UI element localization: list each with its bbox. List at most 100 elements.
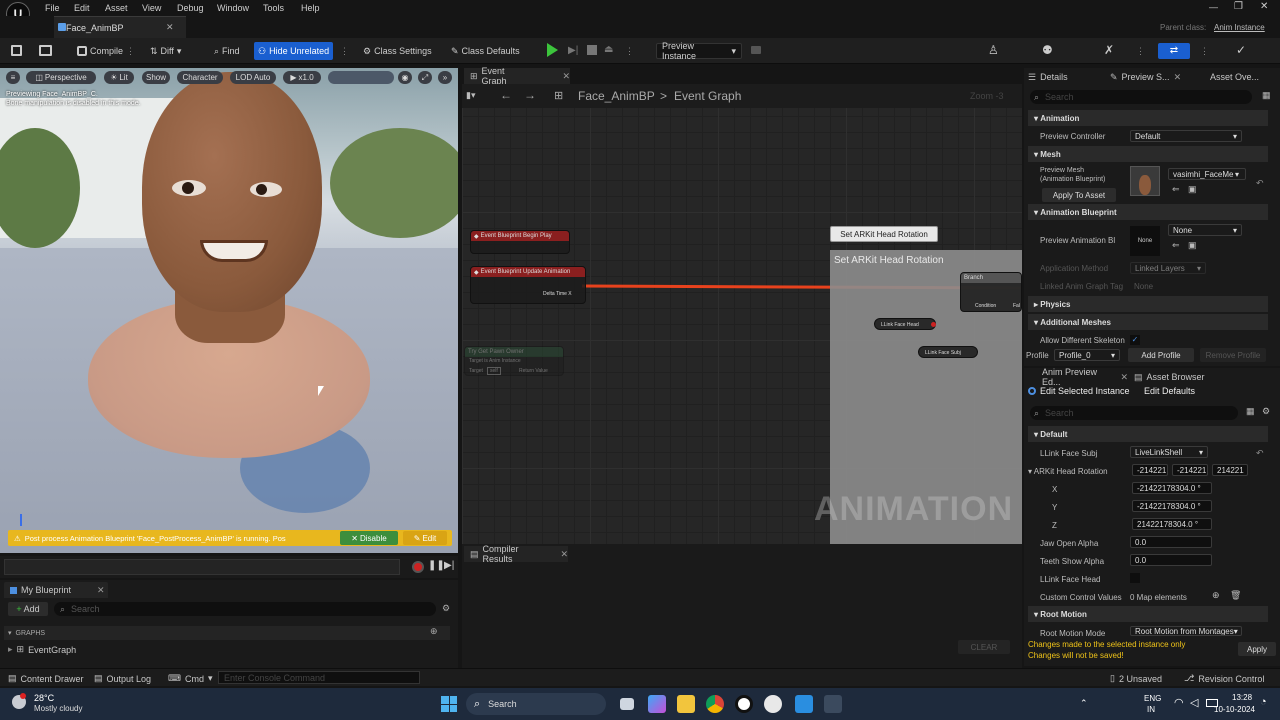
face-subj-dropdown[interactable]: LiveLinkShell ▾ bbox=[1130, 446, 1208, 458]
wifi-icon[interactable]: ◠ bbox=[1174, 696, 1184, 709]
menu-view[interactable]: View bbox=[142, 3, 161, 13]
breadcrumb-root[interactable]: Face_AnimBP bbox=[578, 89, 655, 103]
volume-icon[interactable]: ◁ bbox=[1190, 696, 1198, 709]
browse-icon[interactable] bbox=[39, 45, 52, 56]
back-arrow-icon[interactable]: ← bbox=[500, 88, 512, 102]
apply-to-asset-button[interactable]: Apply To Asset bbox=[1042, 188, 1116, 202]
unreal-taskbar-icon[interactable] bbox=[735, 695, 753, 713]
animation-blueprint-section[interactable]: ▾ Animation Blueprint bbox=[1028, 204, 1268, 220]
preview-settings-tab[interactable]: ✎ Preview S... ✕ bbox=[1110, 70, 1190, 84]
update-animation-node[interactable]: ◆ Event Blueprint Update Animation Delta … bbox=[470, 266, 586, 304]
taskbar-search[interactable]: ⌕ Search bbox=[466, 693, 606, 715]
browse-asset-icon[interactable]: ▣ bbox=[1188, 240, 1197, 251]
anim-bp-dropdown[interactable]: None ▾ bbox=[1168, 224, 1242, 236]
clear-button[interactable]: CLEAR bbox=[958, 640, 1010, 654]
close-tab-icon[interactable]: ✕ bbox=[562, 71, 570, 82]
notification-icon[interactable]: ◔ bbox=[1260, 696, 1267, 708]
x-field[interactable]: -21422178304.0 ° bbox=[1132, 482, 1212, 494]
my-blueprint-tab[interactable]: My Blueprint ✕ bbox=[4, 582, 108, 598]
close-tab-icon[interactable]: ✕ bbox=[1174, 72, 1182, 83]
face-head-node[interactable]: LLink Face Head bbox=[874, 318, 936, 330]
additional-meshes-section[interactable]: ▾ Additional Meshes bbox=[1028, 314, 1268, 330]
condition-pin[interactable]: Condition bbox=[975, 303, 996, 309]
copilot-icon[interactable] bbox=[648, 695, 666, 713]
delete-icon[interactable]: 🗑 bbox=[1230, 590, 1241, 601]
graphs-section-header[interactable]: ▾ GRAPHS bbox=[4, 626, 450, 640]
vscode-icon[interactable] bbox=[795, 695, 813, 713]
settings-icon[interactable]: ⚙ bbox=[442, 603, 450, 614]
application-method-dropdown[interactable]: Linked Layers ▾ bbox=[1130, 262, 1206, 274]
settings-icon[interactable]: ⚙ bbox=[1262, 406, 1270, 417]
transform-tools[interactable] bbox=[328, 71, 394, 84]
delta-time-pin[interactable]: Delta Time X bbox=[543, 291, 572, 297]
grid-view-icon[interactable]: ▦ bbox=[1262, 90, 1271, 101]
play-icon[interactable] bbox=[547, 43, 558, 57]
asset-override-tab[interactable]: Asset Ove... bbox=[1210, 70, 1276, 84]
menu-file[interactable]: File bbox=[45, 3, 60, 13]
viewport-options-icon[interactable]: » bbox=[438, 71, 452, 84]
apply-button[interactable]: Apply bbox=[1238, 642, 1276, 656]
menu-edit[interactable]: Edit bbox=[74, 3, 90, 13]
character-button[interactable]: Character bbox=[177, 71, 223, 84]
parent-class-link[interactable]: Anim Instance bbox=[1214, 23, 1265, 32]
app-skull-icon[interactable] bbox=[764, 695, 782, 713]
add-graph-icon[interactable]: ⊕ bbox=[430, 626, 438, 637]
output-log-button[interactable]: ▤ Output Log bbox=[94, 673, 151, 684]
content-drawer-button[interactable]: ▤ Content Drawer bbox=[8, 673, 84, 684]
y-field[interactable]: -21422178304.0 ° bbox=[1132, 500, 1212, 512]
face-subj-node[interactable]: LLink Face Subj bbox=[918, 346, 978, 358]
grid-view-icon[interactable]: ▦ bbox=[1246, 406, 1255, 417]
forward-arrow-icon[interactable]: → bbox=[524, 88, 536, 102]
face-head-checkbox[interactable] bbox=[1130, 573, 1140, 583]
close-tab-icon[interactable]: ✕ bbox=[166, 22, 174, 33]
step-icon[interactable]: ▶| bbox=[568, 45, 578, 56]
animation-section[interactable]: ▾ Animation bbox=[1028, 110, 1268, 126]
root-motion-section[interactable]: ▾ Root Motion bbox=[1028, 606, 1268, 622]
find-button[interactable]: ⌕ Find bbox=[214, 44, 240, 58]
close-tab-icon[interactable]: ✕ bbox=[560, 549, 568, 560]
menu-debug[interactable]: Debug bbox=[177, 3, 204, 13]
z-field[interactable]: 21422178304.0 ° bbox=[1132, 518, 1212, 530]
animation-mode-icon[interactable]: ✗ bbox=[1104, 43, 1114, 57]
cmd-dropdown[interactable]: ⌨ Cmd ▾ bbox=[168, 673, 213, 684]
close-tab-icon[interactable]: ✕ bbox=[1120, 372, 1128, 383]
browse-asset-icon[interactable]: ▣ bbox=[1188, 184, 1197, 195]
add-profile-button[interactable]: Add Profile bbox=[1128, 348, 1194, 362]
details-search-input[interactable]: ⌕ Search bbox=[1030, 90, 1252, 104]
task-view-icon[interactable] bbox=[620, 698, 634, 710]
details-tab[interactable]: ☰ Details bbox=[1028, 70, 1098, 84]
event-graph-tab[interactable]: ⊞ Event Graph ✕ bbox=[464, 66, 570, 86]
record-button[interactable] bbox=[412, 561, 424, 573]
weather-widget[interactable]: 28°C Mostly cloudy bbox=[10, 693, 100, 715]
timeline-track[interactable] bbox=[4, 559, 400, 575]
close-tab-icon[interactable]: ✕ bbox=[97, 585, 105, 596]
branch-node[interactable]: Branch Condition Fal bbox=[960, 272, 1022, 312]
compiler-results-tab[interactable]: ▤ Compiler Results ✕ bbox=[464, 544, 568, 564]
maximize-viewport-icon[interactable]: ⤢ bbox=[418, 71, 432, 84]
preview-viewport[interactable]: ≡ ◫ Perspective ☀ Lit Show Character LOD A… bbox=[0, 68, 458, 553]
pause-button[interactable]: ❚❚ bbox=[428, 560, 445, 571]
use-selected-icon[interactable]: ⇐ bbox=[1172, 240, 1180, 251]
chrome-icon[interactable] bbox=[706, 695, 724, 713]
mesh-mode-icon[interactable]: ⚉ bbox=[1042, 43, 1053, 57]
hide-unrelated-button[interactable]: ⚇ Hide Unrelated bbox=[254, 42, 334, 60]
anim-preview-tab[interactable]: Anim Preview Ed... ✕ bbox=[1028, 367, 1128, 387]
clock-time[interactable]: 13:28 bbox=[1232, 693, 1252, 702]
unsaved-button[interactable]: ▯ 2 Unsaved bbox=[1110, 673, 1162, 684]
close-window-button[interactable]: ✕ bbox=[1260, 1, 1268, 12]
remove-profile-button[interactable]: Remove Profile bbox=[1200, 348, 1266, 362]
edit-defaults-radio[interactable]: Edit Defaults bbox=[1144, 386, 1195, 396]
app-extra-icon[interactable] bbox=[824, 695, 842, 713]
perspective-button[interactable]: ◫ Perspective bbox=[26, 71, 96, 84]
edit-post-process-button[interactable]: ✎ Edit bbox=[403, 531, 447, 545]
menu-window[interactable]: Window bbox=[217, 3, 249, 13]
lit-button[interactable]: ☀ Lit bbox=[104, 71, 134, 84]
mesh-thumbnail[interactable] bbox=[1130, 166, 1160, 196]
camera-speed-icon[interactable]: ◉ bbox=[398, 71, 412, 84]
restore-button[interactable]: ❐ bbox=[1234, 1, 1243, 12]
disable-post-process-button[interactable]: ✕ Disable bbox=[340, 531, 398, 545]
minimize-button[interactable]: — bbox=[1209, 2, 1218, 12]
lod-button[interactable]: LOD Auto bbox=[230, 71, 276, 84]
skeleton-mode-icon[interactable]: ♙ bbox=[988, 43, 999, 57]
physics-mode-icon[interactable]: ✓ bbox=[1236, 43, 1246, 57]
